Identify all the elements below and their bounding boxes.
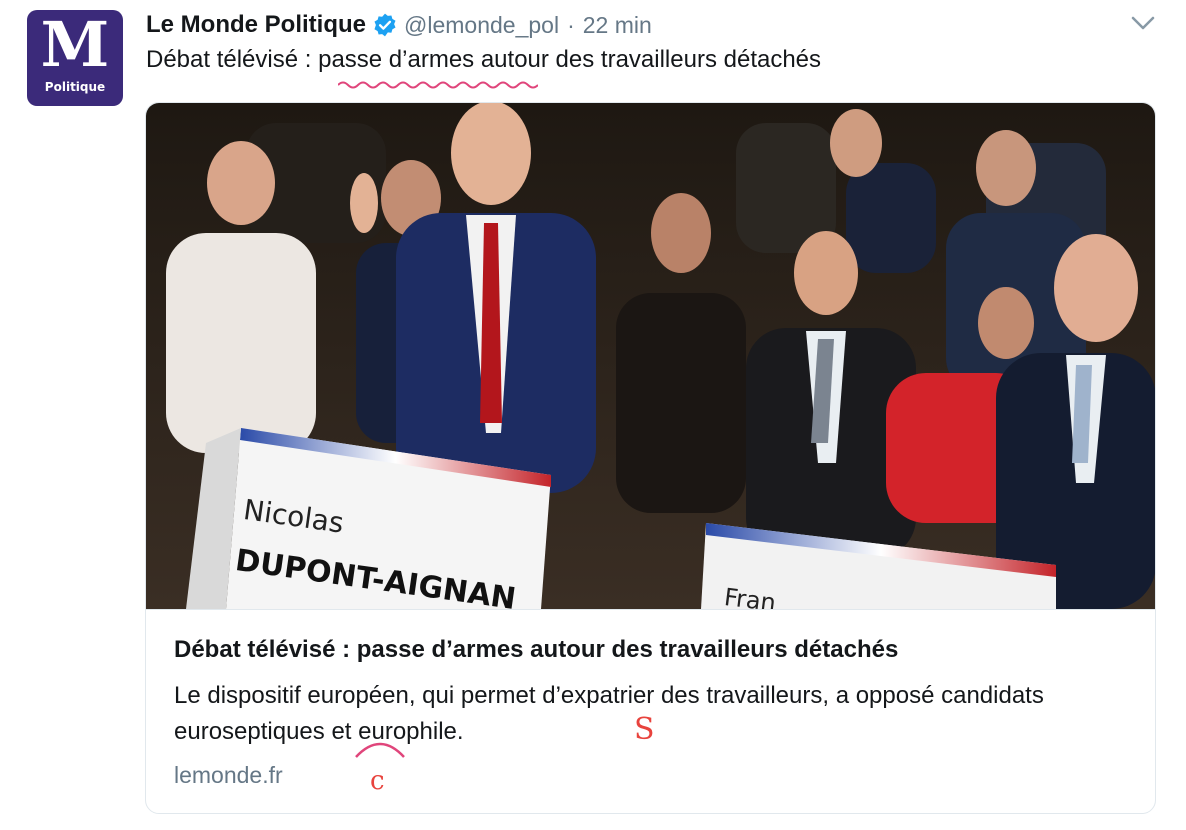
chevron-down-icon[interactable] xyxy=(1128,12,1158,34)
avatar-label: Politique xyxy=(44,80,106,94)
timestamp[interactable]: 22 min xyxy=(583,12,652,39)
avatar-logo-letter: M xyxy=(40,10,110,81)
author-handle[interactable]: @lemonde_pol xyxy=(404,12,559,39)
separator-dot: · xyxy=(567,11,575,38)
link-card[interactable]: Nicolas DUPONT-AIGNAN Fran Débat télévis… xyxy=(145,102,1156,814)
card-title: Débat télévisé : passe d’armes autour de… xyxy=(174,636,899,663)
tweet-text: Débat télévisé : passe d’armes autour de… xyxy=(146,46,822,73)
tweet-header: Le Monde Politique @lemonde_pol · 22 min xyxy=(146,8,652,42)
annotation-letter-s: S xyxy=(634,712,655,747)
annotation-arc xyxy=(355,742,405,758)
author-name[interactable]: Le Monde Politique xyxy=(146,11,366,39)
annotation-squiggle-underline xyxy=(338,81,538,89)
avatar[interactable]: M Politique xyxy=(27,10,123,106)
verified-badge-icon xyxy=(372,12,398,38)
annotation-letter-c: c xyxy=(370,766,385,796)
card-image[interactable]: Nicolas DUPONT-AIGNAN Fran xyxy=(146,103,1155,609)
card-domain[interactable]: lemonde.fr xyxy=(174,762,283,789)
